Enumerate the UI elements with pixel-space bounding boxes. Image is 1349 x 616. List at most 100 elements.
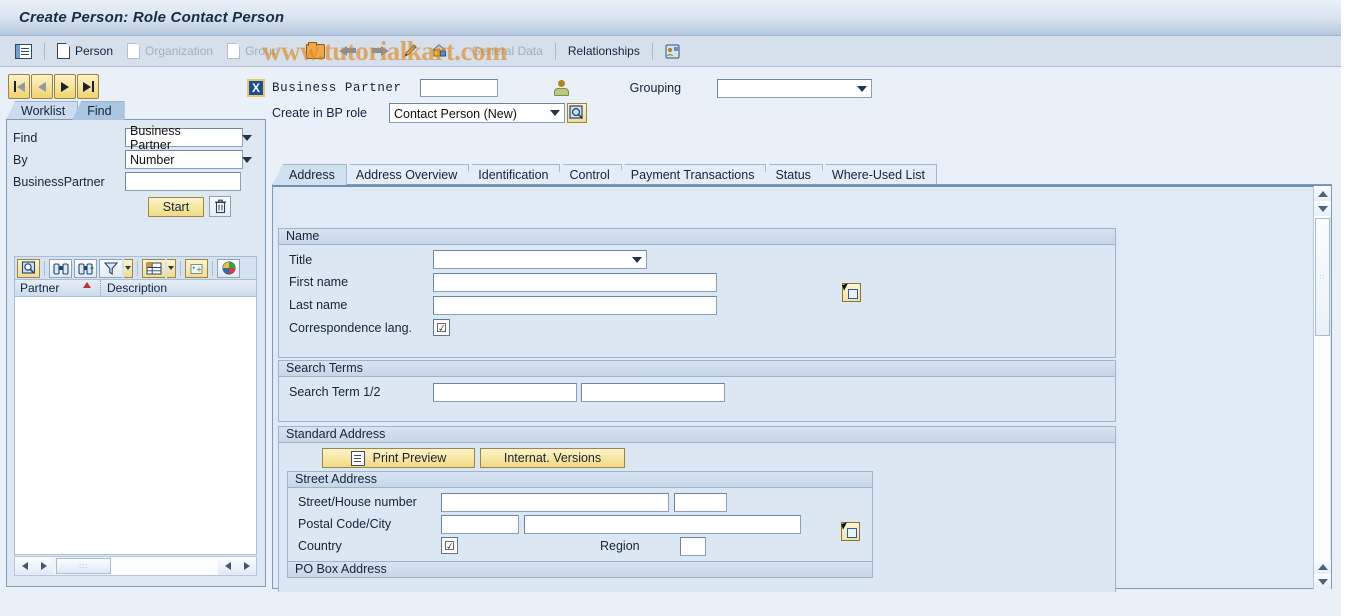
result-grid-body[interactable]: [14, 297, 257, 555]
address-tab-vscrollbar[interactable]: ::: [1313, 186, 1331, 589]
tab-identification[interactable]: Identification: [461, 164, 561, 185]
filter-button[interactable]: [99, 258, 122, 278]
region-input[interactable]: [680, 537, 706, 556]
house-number-input[interactable]: [674, 493, 727, 512]
tab-status[interactable]: Status: [758, 164, 823, 185]
toolbar-separator: [44, 42, 45, 60]
edit-button[interactable]: [396, 39, 425, 64]
bp-role-search-help-button[interactable]: [566, 103, 587, 123]
column-header-partner[interactable]: Partner: [15, 280, 101, 296]
triangle-left-icon: [224, 562, 231, 570]
hscroll-thumb[interactable]: :::: [56, 558, 111, 574]
filter-dropdown-button[interactable]: [124, 258, 133, 278]
previous-record-button[interactable]: [31, 74, 53, 99]
page-title: Create Person: Role Contact Person: [19, 9, 285, 26]
window-right-edge: [1341, 0, 1349, 616]
color-palette-button[interactable]: [217, 258, 240, 278]
by-select[interactable]: Number: [125, 150, 243, 169]
scroll-right-end-button[interactable]: [237, 557, 256, 575]
scroll-left-button[interactable]: [15, 557, 34, 575]
street-address-group-header: Street Address: [287, 471, 873, 488]
person-button-label: Person: [75, 44, 114, 58]
organization-button: Organization: [120, 39, 220, 64]
scroll-up-button[interactable]: [1314, 186, 1331, 201]
scroll-left-end-button[interactable]: [218, 557, 237, 575]
cursor-icon: [841, 522, 849, 530]
name-address-picker-button[interactable]: +: [842, 283, 861, 302]
street-input[interactable]: [441, 493, 669, 512]
correspondence-lang-input[interactable]: ☑: [433, 319, 450, 336]
internat-versions-button[interactable]: Internat. Versions: [480, 448, 625, 468]
business-partner-input[interactable]: [419, 79, 498, 97]
tab-worklist[interactable]: Worklist: [6, 101, 79, 120]
find-select[interactable]: Business Partner: [125, 124, 243, 152]
column-header-description[interactable]: Description: [101, 281, 167, 295]
postal-code-input[interactable]: [441, 515, 519, 534]
scroll-up-end-button[interactable]: [1314, 559, 1331, 574]
refresh-button[interactable]: [185, 258, 208, 278]
lock-button[interactable]: [425, 39, 454, 64]
relationships-label: Relationships: [567, 44, 640, 58]
internat-versions-label: Internat. Versions: [503, 451, 602, 465]
chevron-down-icon: [242, 135, 252, 141]
country-input[interactable]: ☑: [441, 537, 458, 554]
address-picker-button[interactable]: +: [841, 522, 860, 541]
first-name-input[interactable]: [433, 273, 717, 292]
first-record-button[interactable]: [8, 74, 30, 99]
scroll-down-button[interactable]: [1314, 201, 1331, 216]
triangle-up-icon: [1317, 190, 1328, 197]
tab-address[interactable]: Address: [272, 164, 347, 185]
table-layout-icon: [146, 262, 162, 274]
person-button[interactable]: Person: [50, 39, 120, 64]
close-icon[interactable]: X: [247, 79, 265, 97]
delete-button[interactable]: [209, 196, 231, 217]
color-palette-icon: [222, 261, 235, 275]
back-button[interactable]: [332, 39, 364, 64]
scroll-down-end-button[interactable]: [1314, 574, 1331, 589]
layout-button[interactable]: [142, 258, 165, 278]
tab-find[interactable]: Find: [72, 101, 125, 120]
scroll-right-button[interactable]: [34, 557, 53, 575]
name-group-body: Title First name Last name Correspondenc…: [278, 245, 1116, 358]
vscroll-thumb[interactable]: ::: [1315, 218, 1330, 336]
tab-control[interactable]: Control: [552, 164, 622, 185]
arrow-left-icon: [339, 45, 357, 57]
grouping-label: Grouping: [629, 81, 682, 95]
forward-button[interactable]: [364, 39, 396, 64]
tab-where-used-list[interactable]: Where-Used List: [814, 164, 937, 185]
create-in-bp-role-select[interactable]: Contact Person (New): [388, 103, 565, 123]
organization-button-label: Organization: [145, 44, 214, 58]
last-name-input[interactable]: [433, 296, 717, 315]
grouping-select[interactable]: [717, 78, 873, 98]
hscroll-track[interactable]: [111, 557, 218, 575]
relationship-card-button[interactable]: [658, 39, 687, 64]
print-preview-button[interactable]: Print Preview: [322, 448, 475, 468]
businesspartner-input[interactable]: [125, 172, 241, 191]
find-next-button[interactable]: [74, 258, 97, 278]
person-avatar-icon: [553, 79, 570, 97]
city-input[interactable]: [524, 515, 801, 534]
document-icon: [57, 43, 70, 59]
last-record-button[interactable]: [77, 74, 99, 99]
binoculars-next-icon: [77, 262, 93, 275]
search-term-2-input[interactable]: [581, 383, 725, 402]
relationships-button[interactable]: Relationships: [561, 39, 647, 64]
find-button[interactable]: [49, 258, 72, 278]
find-form: Find Business Partner By Number Business…: [13, 124, 259, 217]
list-display-button[interactable]: [8, 39, 39, 64]
details-button[interactable]: [17, 258, 40, 278]
layout-dropdown-button[interactable]: [167, 258, 176, 278]
triangle-down-icon: [1317, 205, 1328, 212]
business-partner-row: BusinessPartner: [13, 171, 259, 192]
title-select[interactable]: [433, 250, 647, 269]
magnifier-details-icon: [21, 261, 35, 274]
start-button[interactable]: Start: [148, 196, 204, 217]
search-term-1-input[interactable]: [433, 383, 577, 402]
open-button[interactable]: [299, 39, 332, 64]
businesspartner-label: BusinessPartner: [13, 174, 105, 189]
sap-gui-window: Create Person: Role Contact Person Perso…: [0, 0, 1349, 616]
result-grid-hscrollbar[interactable]: :::: [14, 556, 257, 576]
tab-address-overview[interactable]: Address Overview: [338, 164, 470, 185]
tab-payment-transactions[interactable]: Payment Transactions: [613, 164, 767, 185]
next-record-button[interactable]: [54, 74, 76, 99]
